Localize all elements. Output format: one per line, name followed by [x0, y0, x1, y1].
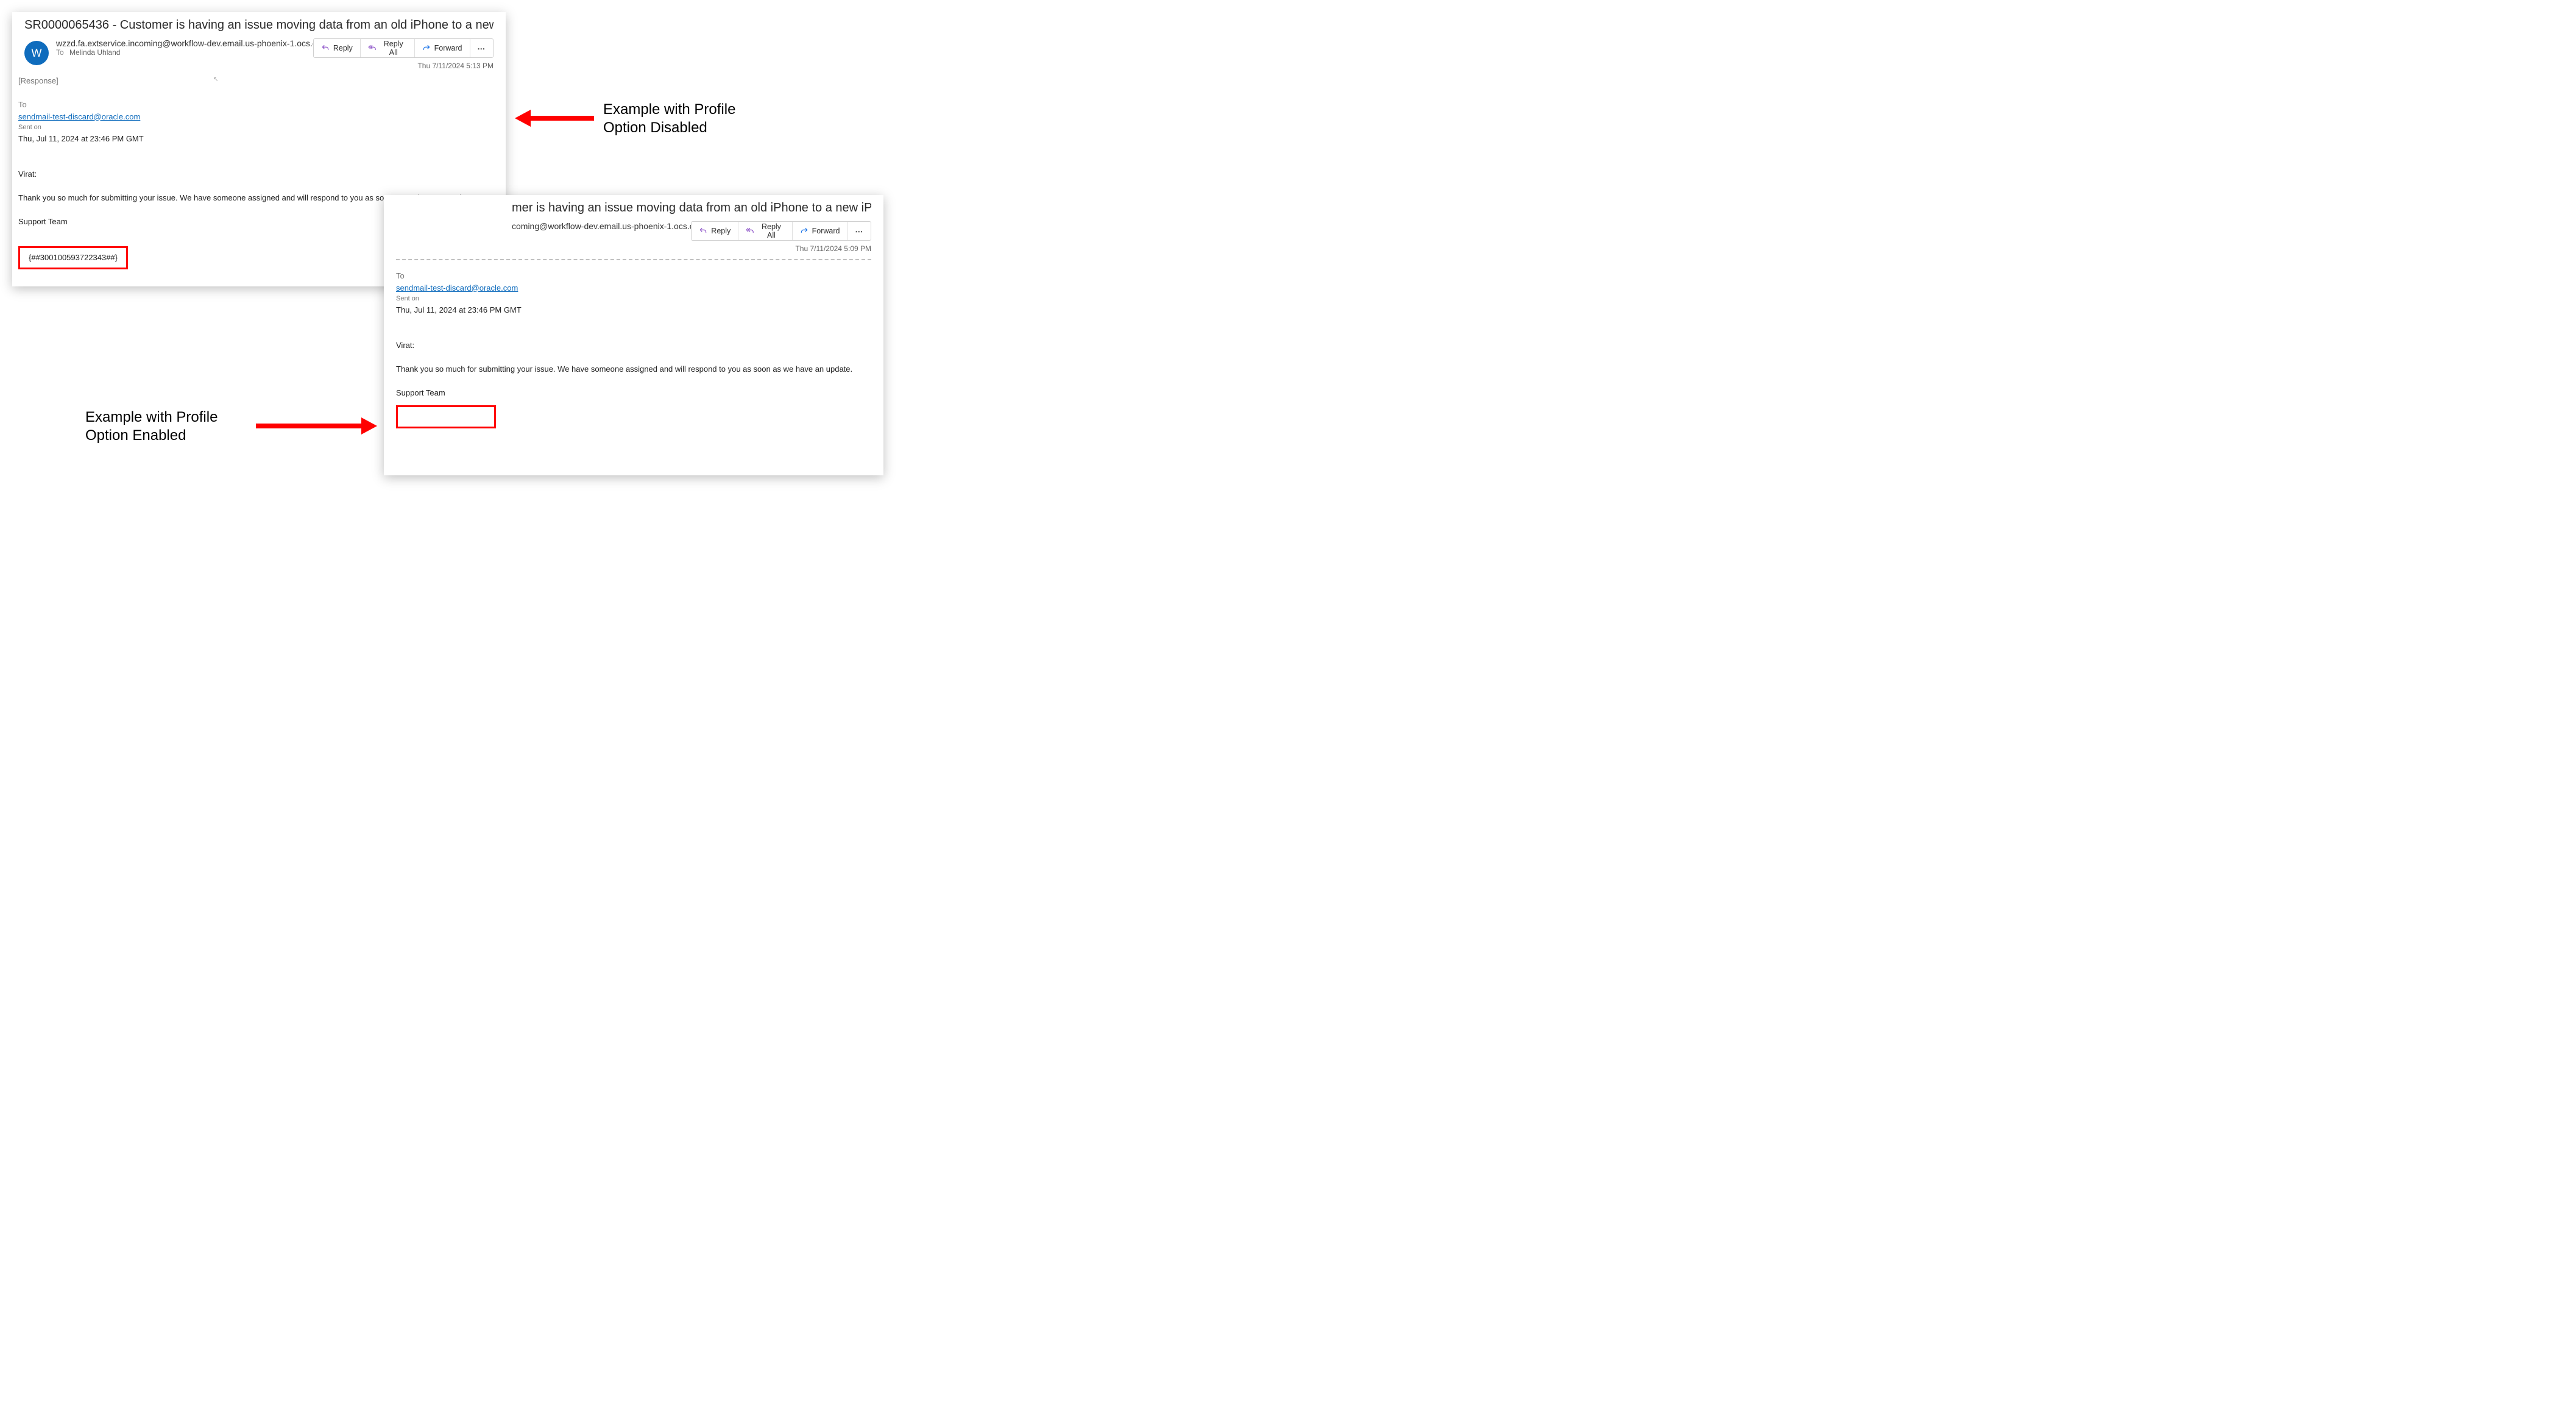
to-name: Melinda Uhland: [69, 48, 120, 57]
body-signoff: Support Team: [396, 387, 871, 399]
body-to-label: To: [18, 99, 494, 111]
reply-all-label: Reply All: [380, 40, 407, 57]
reply-all-icon: [368, 44, 377, 52]
body-greeting: Virat:: [396, 339, 871, 352]
body-greeting: Virat:: [18, 168, 494, 180]
forward-label: Forward: [812, 227, 840, 235]
more-icon: ⋯: [855, 227, 864, 236]
email-header: coming@workflow-dev.email.us-phoenix-1.o…: [512, 221, 871, 253]
body-to-label: To: [396, 270, 871, 282]
reply-all-label: Reply All: [758, 222, 784, 239]
reply-all-icon: [746, 227, 754, 235]
more-actions-button[interactable]: ⋯: [470, 39, 494, 57]
email-actions: Reply Reply All Forward: [313, 38, 494, 58]
cursor-icon: ↖: [213, 76, 218, 83]
email-subject: SR0000065436 - Customer is having an iss…: [24, 18, 494, 32]
sender-avatar: W: [24, 41, 49, 65]
reply-label: Reply: [711, 227, 731, 235]
to-line: To Melinda Uhland: [56, 48, 313, 57]
received-time: Thu 7/11/2024 5:13 PM: [417, 62, 494, 70]
more-icon: ⋯: [478, 44, 486, 53]
annotation-enabled: Example with Profile Option Enabled: [85, 408, 218, 445]
forward-icon: [800, 227, 809, 235]
forward-label: Forward: [434, 44, 462, 52]
sent-on-label: Sent on: [396, 294, 871, 304]
reply-icon: [321, 44, 330, 52]
from-address-partial: coming@workflow-dev.email.us-phoenix-1.o…: [512, 221, 691, 231]
forward-button[interactable]: Forward: [415, 39, 470, 57]
from-address: wzzd.fa.extservice.incoming@workflow-dev…: [56, 38, 313, 48]
reply-all-button[interactable]: Reply All: [738, 222, 792, 240]
body-to-email-link[interactable]: sendmail-test-discard@oracle.com: [396, 283, 518, 293]
body-paragraph: Thank you so much for submitting your is…: [396, 363, 871, 375]
id-token-highlight-empty: [396, 405, 496, 428]
annotation-disabled: Example with Profile Option Disabled: [603, 101, 735, 137]
email-body: To sendmail-test-discard@oracle.com Sent…: [396, 270, 871, 431]
email-actions: Reply Reply All Forward: [691, 221, 871, 241]
sent-on-label: Sent on: [18, 122, 494, 133]
reply-label: Reply: [333, 44, 353, 52]
sent-on-value: Thu, Jul 11, 2024 at 23:46 PM GMT: [396, 304, 871, 316]
forward-icon: [422, 44, 431, 52]
reply-button[interactable]: Reply: [314, 39, 361, 57]
id-token-highlight: {##300100593722343##}: [18, 246, 128, 269]
email-header: W wzzd.fa.extservice.incoming@workflow-d…: [24, 38, 494, 70]
received-time: Thu 7/11/2024 5:09 PM: [795, 244, 871, 253]
email-subject-partial: mer is having an issue moving data from …: [512, 201, 871, 215]
to-label: To: [56, 48, 64, 57]
sent-on-value: Thu, Jul 11, 2024 at 23:46 PM GMT: [18, 133, 494, 145]
dashed-divider: [396, 259, 871, 260]
more-actions-button[interactable]: ⋯: [848, 222, 871, 240]
reply-icon: [699, 227, 707, 235]
response-tag: [Response]: [18, 75, 494, 87]
email-card-enabled: mer is having an issue moving data from …: [384, 195, 883, 475]
forward-button[interactable]: Forward: [793, 222, 848, 240]
body-to-email-link[interactable]: sendmail-test-discard@oracle.com: [18, 112, 140, 121]
diagram-canvas: SR0000065436 - Customer is having an iss…: [0, 0, 914, 494]
reply-button[interactable]: Reply: [692, 222, 738, 240]
reply-all-button[interactable]: Reply All: [361, 39, 415, 57]
